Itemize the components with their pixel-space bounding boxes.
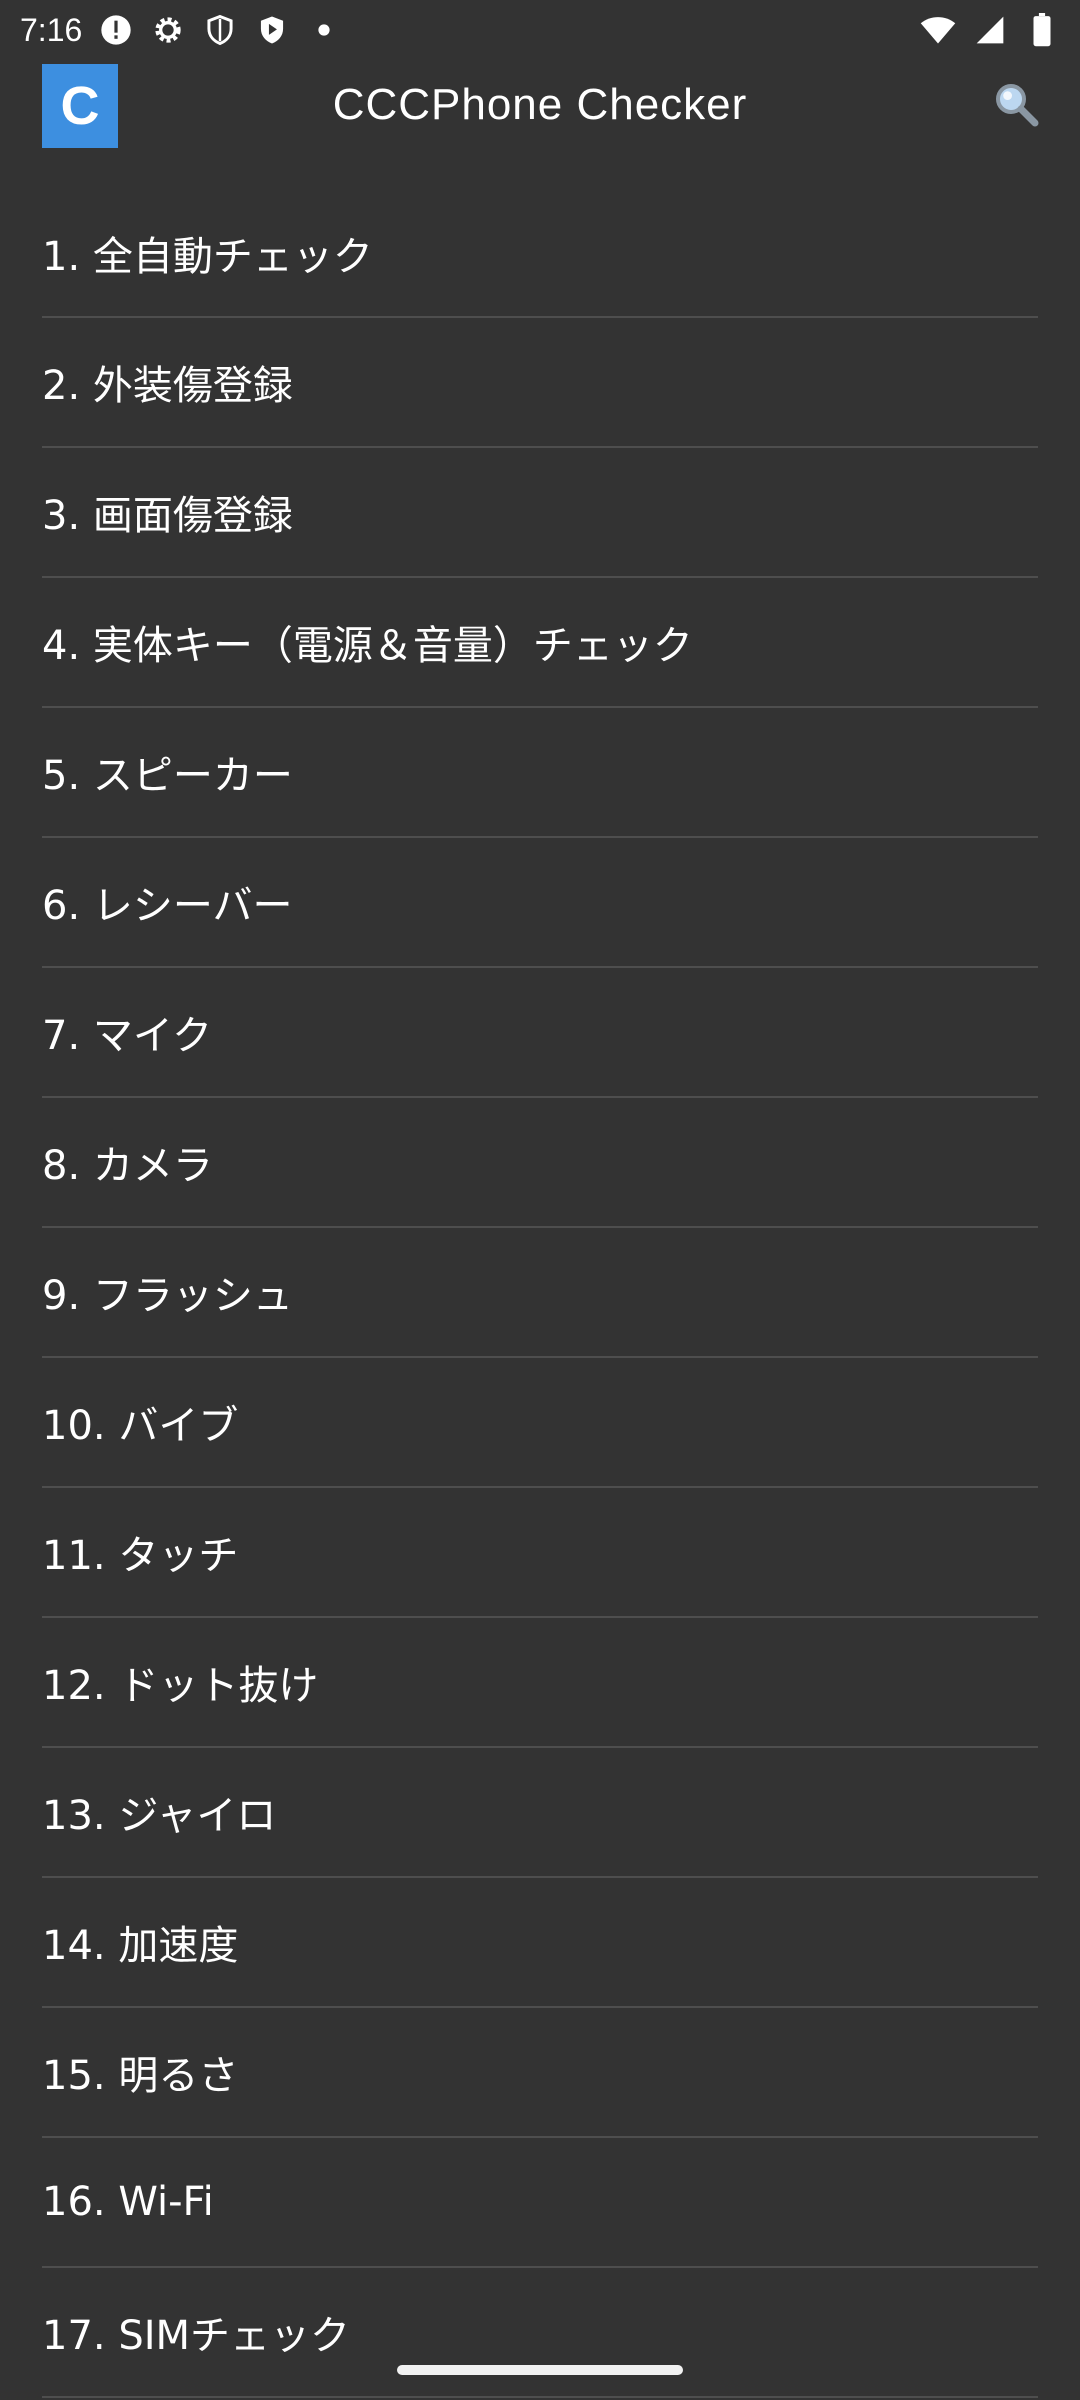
check-menu-list: 1. 全自動チェック 2. 外装傷登録 3. 画面傷登録 4. 実体キー（電源＆…	[42, 190, 1038, 2398]
menu-item-vibration[interactable]: 10. バイブ	[42, 1358, 1038, 1488]
cell-signal-icon	[972, 12, 1008, 48]
status-bar: 7:16	[0, 0, 1080, 60]
shield-icon	[202, 12, 238, 48]
menu-item-sim-check[interactable]: 17. SIMチェック	[42, 2268, 1038, 2398]
menu-item-accelerometer[interactable]: 14. 加速度	[42, 1878, 1038, 2008]
menu-item-gyro[interactable]: 13. ジャイロ	[42, 1748, 1038, 1878]
menu-item-speaker[interactable]: 5. スピーカー	[42, 708, 1038, 838]
menu-item-receiver[interactable]: 6. レシーバー	[42, 838, 1038, 968]
menu-item-microphone[interactable]: 7. マイク	[42, 968, 1038, 1098]
status-right	[920, 12, 1060, 48]
battery-icon	[1024, 12, 1060, 48]
menu-item-hardware-keys[interactable]: 4. 実体キー（電源＆音量）チェック	[42, 578, 1038, 708]
alert-icon	[98, 12, 134, 48]
dot-icon	[306, 12, 342, 48]
menu-item-exterior-scratch[interactable]: 2. 外装傷登録	[42, 318, 1038, 448]
search-icon	[992, 80, 1040, 132]
menu-item-flash[interactable]: 9. フラッシュ	[42, 1228, 1038, 1358]
menu-item-auto-check[interactable]: 1. 全自動チェック	[42, 190, 1038, 318]
status-left: 7:16	[20, 12, 342, 49]
menu-item-screen-scratch[interactable]: 3. 画面傷登録	[42, 448, 1038, 578]
app-logo: C	[42, 64, 118, 148]
search-button[interactable]	[988, 78, 1044, 134]
gear-icon	[150, 12, 186, 48]
menu-item-touch[interactable]: 11. タッチ	[42, 1488, 1038, 1618]
wifi-icon	[920, 12, 956, 48]
menu-item-wifi[interactable]: 16. Wi-Fi	[42, 2138, 1038, 2268]
menu-item-dead-pixel[interactable]: 12. ドット抜け	[42, 1618, 1038, 1748]
app-bar: CCCPhone Checker C	[0, 60, 1080, 150]
app-title: CCCPhone Checker	[332, 80, 748, 129]
gesture-nav-handle[interactable]	[397, 2365, 683, 2375]
status-time: 7:16	[20, 11, 83, 48]
menu-item-brightness[interactable]: 15. 明るさ	[42, 2008, 1038, 2138]
play-shield-icon	[254, 12, 290, 48]
menu-item-camera[interactable]: 8. カメラ	[42, 1098, 1038, 1228]
